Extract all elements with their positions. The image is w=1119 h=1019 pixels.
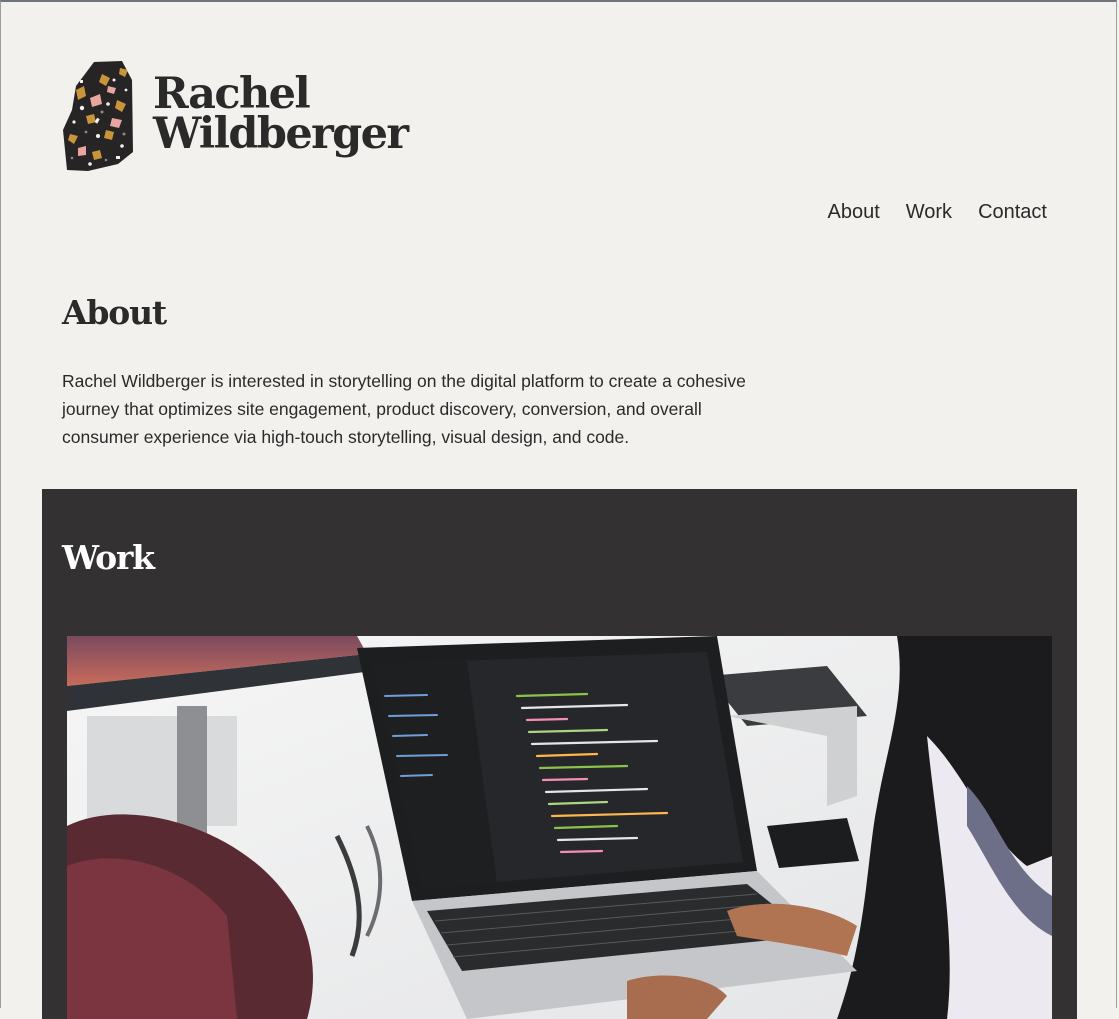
about-description: Rachel Wildberger is interested in story… (62, 371, 746, 447)
site-name: Rachel Wildberger (153, 68, 409, 159)
site-name-line1: Rachel (153, 68, 311, 119)
about-heading: About (62, 293, 167, 332)
main-nav: About Work Contact (827, 200, 1047, 224)
laptop-code-illustration (67, 636, 1052, 1019)
terrazzo-logo-icon (63, 61, 133, 171)
nav-link-contact[interactable]: Contact (978, 200, 1047, 224)
work-project-image[interactable] (67, 636, 1052, 1019)
nav-link-work[interactable]: Work (906, 200, 952, 224)
work-heading: Work (62, 538, 155, 577)
site-name-line2: Wildberger (153, 108, 409, 159)
work-section: Work (42, 489, 1077, 1019)
site-logo-link[interactable]: Rachel Wildberger (62, 60, 409, 172)
nav-link-about[interactable]: About (827, 200, 879, 224)
